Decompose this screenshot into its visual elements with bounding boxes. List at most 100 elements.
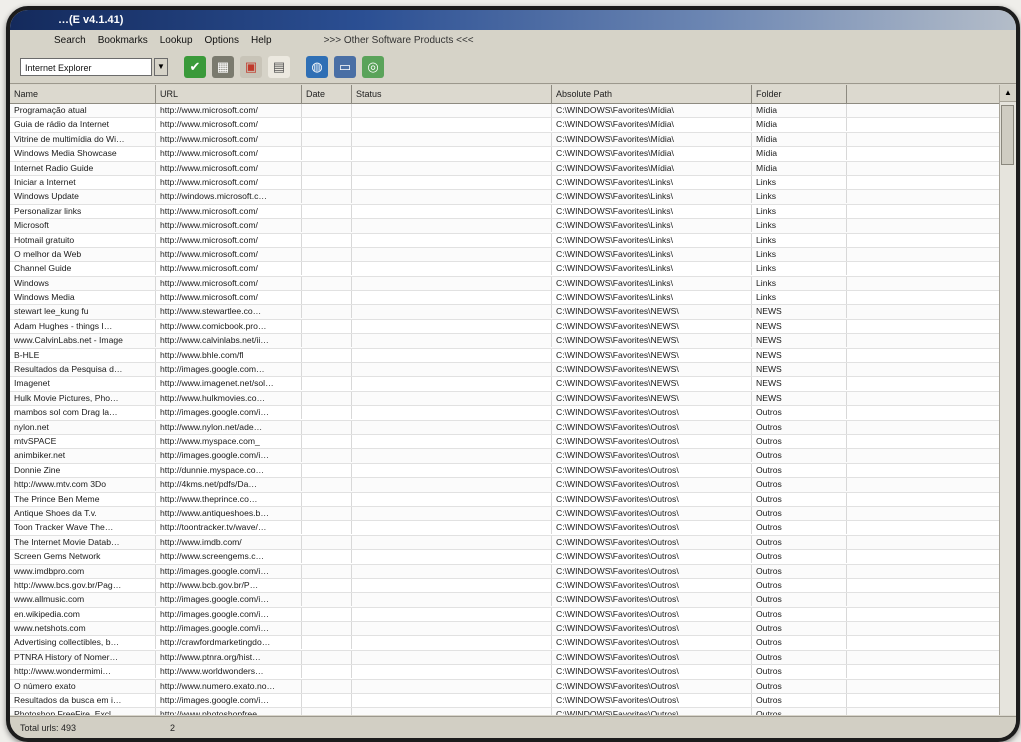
chevron-down-icon[interactable]: ▼ (154, 57, 168, 76)
table-row[interactable]: www.allmusic.com http://images.google.com… (10, 593, 1016, 608)
bookmark-url: http://www.numero.exato.no… (156, 679, 302, 693)
table-row[interactable]: http://www.wondermimi… http://www.worldwo… (10, 665, 1016, 680)
table-row[interactable]: Windows http://www.microsoft.com/C:\WINDO… (10, 276, 1016, 292)
globe-icon[interactable]: ◍ (306, 55, 328, 78)
vertical-scrollbar[interactable]: ▲ (999, 85, 1016, 715)
table-row[interactable]: Windows Media Showcase http://www.microso… (10, 147, 1016, 162)
menu-bookmarks[interactable]: Bookmarks (98, 35, 148, 46)
bookmark-url: http://dunnie.myspace.co… (156, 463, 302, 477)
col-status-header[interactable]: Status (352, 85, 552, 103)
image-icon[interactable]: ▣ (240, 55, 262, 78)
table-row[interactable]: Channel Guide http://www.microsoft.com/C:… (10, 262, 1016, 277)
col-path-header[interactable]: Absolute Path (552, 85, 752, 103)
bookmark-url: http://www.worldwonders… (156, 665, 302, 679)
bookmark-extra (847, 550, 997, 563)
window-icon[interactable]: ▭ (334, 55, 356, 78)
table-row[interactable]: Adam Hughes - things I… http://www.comicb… (10, 319, 1016, 335)
table-row[interactable]: www.CalvinLabs.net - Image http://www.cal… (10, 334, 1016, 349)
bookmark-path: C:\WINDOWS\Favorites\Mídia\ (552, 161, 752, 175)
col-folder-header[interactable]: Folder (752, 85, 847, 103)
table-row[interactable]: http://www.mtv.com 3Do http://4kms.net/pd… (10, 478, 1016, 493)
menu-search[interactable]: Search (54, 35, 86, 46)
table-row[interactable]: O melhor da Web http://www.microsoft.com/… (10, 247, 1016, 263)
table-row[interactable]: Hotmail gratuito http://www.microsoft.com… (10, 233, 1016, 248)
menu-other-products[interactable]: >>> Other Software Products <<< (324, 35, 474, 46)
bookmark-path: C:\WINDOWS\Favorites\Links\ (552, 233, 752, 247)
bookmark-extra (847, 334, 997, 347)
table-row[interactable]: Toon Tracker Wave The… http://toontracker… (10, 521, 1016, 536)
table-row[interactable]: O número exato http://www.numero.exato.no… (10, 679, 1016, 695)
bookmark-name: Guia de rádio da Internet (10, 118, 156, 132)
table-row[interactable]: Personalizar links http://www.microsoft.c… (10, 204, 1016, 220)
table-row[interactable]: www.netshots.com http://images.google.com… (10, 622, 1016, 637)
table-row[interactable]: Iniciar a Internet http://www.microsoft.c… (10, 175, 1016, 191)
browser-select[interactable]: Internet Explorer (20, 57, 152, 76)
table-row[interactable]: Resultados da busca em i… http://images.g… (10, 694, 1016, 709)
scroll-thumb[interactable] (1001, 105, 1014, 165)
bookmark-folder: Outros (752, 665, 847, 679)
bookmark-date (302, 665, 352, 679)
bookmark-name: www.allmusic.com (10, 593, 156, 607)
table-row[interactable]: animbiker.net http://images.google.com/i…… (10, 449, 1016, 464)
menu-lookup[interactable]: Lookup (160, 35, 193, 46)
table-row[interactable]: Imagenet http://www.imagenet.net/sol… C:\W… (10, 377, 1016, 392)
table-row[interactable]: B-HLE http://www.bhle.com/fl C:\WINDOWS\Fa… (10, 348, 1016, 364)
menu-help[interactable]: Help (251, 35, 272, 46)
bookmark-folder: Links (752, 175, 847, 189)
table-row[interactable]: mtvSPACE http://www.myspace.com_ C:\WINDOW… (10, 434, 1016, 450)
col-extra-header[interactable] (847, 85, 997, 103)
bookmark-name: O número exato (10, 679, 156, 693)
refresh-icon[interactable]: ✔ (184, 55, 206, 78)
table-row[interactable]: Vitrine de multimídia do Wi… http://www.m… (10, 132, 1016, 148)
table-row[interactable]: Guia de rádio da Internet http://www.micr… (10, 118, 1016, 133)
col-date-header[interactable]: Date (302, 85, 352, 103)
table-body: Programação atual http://www.microsoft.co… (10, 104, 1016, 715)
bookmark-path: C:\WINDOWS\Favorites\NEWS\ (552, 377, 752, 391)
table-row[interactable]: Advertising collectibles, b… http://crawf… (10, 636, 1016, 651)
table-header: Name URL Date Status Absolute Path Folde… (10, 85, 1016, 104)
table-row[interactable]: Microsoft http://www.microsoft.com/C:\WIN… (10, 219, 1016, 234)
table-row[interactable]: www.imdbpro.com http://images.google.com/… (10, 564, 1016, 579)
page-icon[interactable]: ▤ (268, 55, 290, 78)
bookmark-folder: Links (752, 204, 847, 218)
bookmark-path: C:\WINDOWS\Favorites\Outros\ (552, 636, 752, 650)
table-row[interactable]: Resultados da Pesquisa d… http://images.g… (10, 363, 1016, 378)
bookmark-date (302, 118, 352, 132)
table-row[interactable]: mambos sol com Drag la… http://images.goo… (10, 406, 1016, 421)
bookmark-name: nylon.net (10, 420, 156, 434)
table-row[interactable]: Programação atual http://www.microsoft.co… (10, 104, 1016, 119)
table-row[interactable]: Windows Media http://www.microsoft.com/C:… (10, 291, 1016, 306)
table-row[interactable]: Internet Radio Guide http://www.microsoft… (10, 161, 1016, 176)
web-icon[interactable]: ◎ (362, 55, 384, 78)
table-row[interactable]: Donnie Zine http://dunnie.myspace.co… C:\W… (10, 463, 1016, 479)
bookmark-folder: Links (752, 233, 847, 247)
bookmark-date (302, 506, 352, 520)
table-row[interactable]: stewart lee_kung fu http://www.stewartlee… (10, 305, 1016, 320)
table-row[interactable]: PTNRA History of Nomer… http://www.ptnra.… (10, 650, 1016, 666)
bookmark-extra (847, 435, 997, 448)
menu-options[interactable]: Options (205, 35, 239, 46)
bookmark-extra (847, 133, 997, 146)
bookmark-name: http://www.bcs.gov.br/Pag… (10, 578, 156, 592)
table-row[interactable]: The Internet Movie Datab… http://www.imdb… (10, 535, 1016, 551)
table-row[interactable]: Antique Shoes da T.v. http://www.antiques… (10, 506, 1016, 522)
bookmark-path: C:\WINDOWS\Favorites\NEWS\ (552, 391, 752, 405)
table-row[interactable]: The Prince Ben Meme http://www.theprince.… (10, 492, 1016, 507)
table-row[interactable]: en.wikipedia.com http://images.google.com… (10, 607, 1016, 623)
col-name-header[interactable]: Name (10, 85, 156, 103)
table-row[interactable]: Windows Update http://windows.microsoft.c… (10, 190, 1016, 205)
table-row[interactable]: Photoshop FreeFire, Excl… http://www.phot… (10, 708, 1016, 715)
scroll-up-icon[interactable]: ▲ (1000, 85, 1016, 102)
bookmark-url: http://www.microsoft.com/ (156, 276, 302, 290)
table-row[interactable]: Hulk Movie Pictures, Pho… http://www.hulk… (10, 391, 1016, 407)
bookmark-url: http://www.microsoft.com/ (156, 161, 302, 175)
bookmark-path: C:\WINDOWS\Favorites\NEWS\ (552, 334, 752, 348)
col-url-header[interactable]: URL (156, 85, 302, 103)
table-row[interactable]: nylon.net http://www.nylon.net/ade… C:\WIN… (10, 420, 1016, 435)
table-row[interactable]: Screen Gems Network http://www.screengems… (10, 550, 1016, 565)
bookmark-folder: Links (752, 262, 847, 276)
table-row[interactable]: http://www.bcs.gov.br/Pag… http://www.bcb… (10, 578, 1016, 594)
bookmark-path: C:\WINDOWS\Favorites\NEWS\ (552, 363, 752, 377)
grid-icon[interactable]: ▦ (212, 55, 234, 78)
bookmark-status (352, 334, 552, 348)
